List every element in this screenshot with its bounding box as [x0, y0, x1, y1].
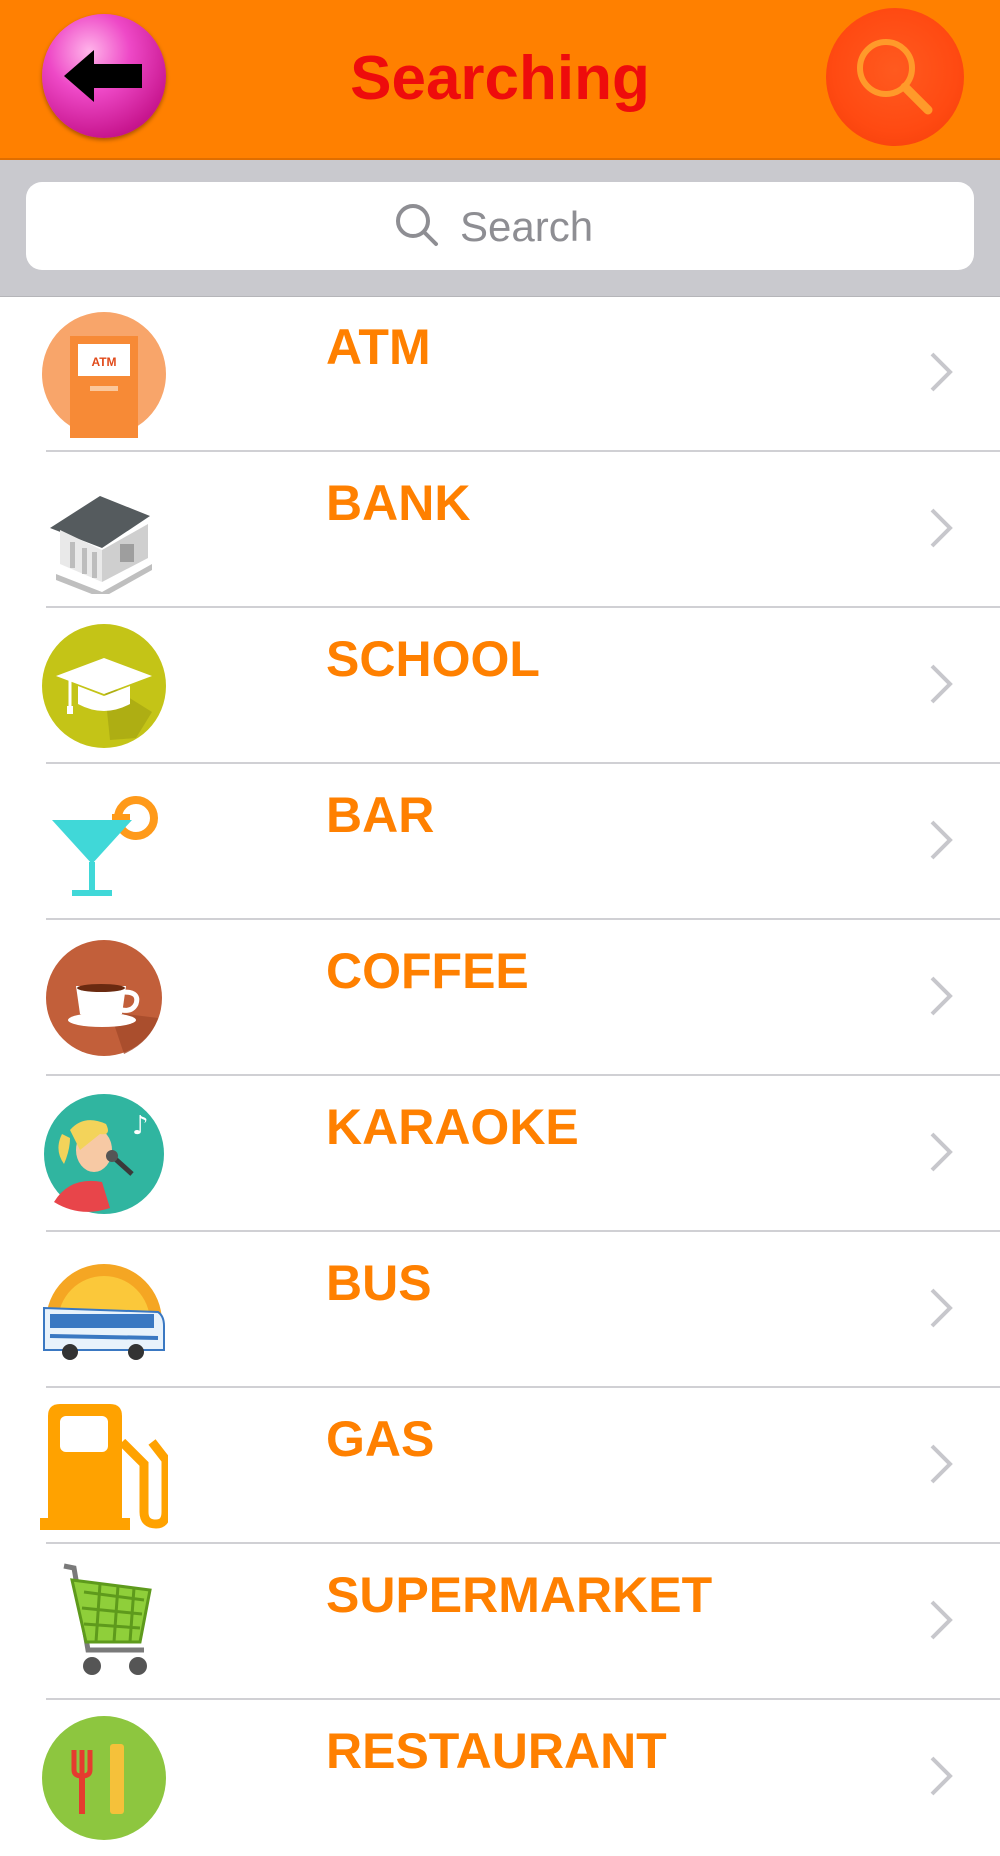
- coffee-cup-icon: [46, 940, 162, 1056]
- list-item-label: COFFEE: [326, 943, 529, 999]
- list-item-supermarket[interactable]: SUPERMARKET: [0, 1544, 1000, 1700]
- search-bar: [0, 160, 1000, 297]
- page-title: Searching: [350, 44, 650, 113]
- list-item-gas[interactable]: GAS: [0, 1388, 1000, 1544]
- bus-icon: [43, 1264, 165, 1360]
- list-item-coffee[interactable]: COFFEE: [0, 920, 1000, 1076]
- chevron-right-icon: [930, 1756, 953, 1796]
- chevron-right-icon: [930, 1444, 953, 1484]
- search-input[interactable]: [458, 198, 862, 256]
- list-item-label: KARAOKE: [326, 1099, 579, 1155]
- list-item-label: BAR: [326, 787, 435, 843]
- bank-icon: [50, 496, 152, 594]
- chevron-right-icon: [930, 820, 953, 860]
- karaoke-singer-icon: ♪: [44, 1094, 164, 1214]
- chevron-right-icon: [930, 508, 953, 548]
- chevron-right-icon: [930, 352, 953, 392]
- atm-icon-text: ATM: [91, 355, 116, 369]
- back-arrow-icon: [64, 50, 142, 102]
- list-item-bar[interactable]: BAR: [0, 764, 1000, 920]
- cocktail-icon: [52, 796, 158, 896]
- list-item-karaoke[interactable]: ♪ KARAOKE: [0, 1076, 1000, 1232]
- search-button[interactable]: [826, 8, 964, 146]
- chevron-right-icon: [930, 664, 953, 704]
- list-item-bus[interactable]: BUS: [0, 1232, 1000, 1388]
- list-item-school[interactable]: SCHOOL: [0, 608, 1000, 764]
- shopping-cart-icon: [63, 1563, 152, 1675]
- list-item-label: BUS: [326, 1255, 432, 1311]
- search-icon: [857, 39, 933, 115]
- list-item-label: RESTAURANT: [326, 1723, 667, 1779]
- restaurant-icon: [42, 1716, 166, 1840]
- list-item-label: SCHOOL: [326, 631, 540, 687]
- list-item-bank[interactable]: BANK: [0, 452, 1000, 608]
- atm-icon: ATM: [42, 312, 166, 438]
- list-item-restaurant[interactable]: RESTAURANT: [0, 1700, 1000, 1856]
- magnifier-icon: [396, 204, 438, 246]
- search-field-container[interactable]: [26, 182, 974, 270]
- gas-pump-icon: [40, 1404, 168, 1530]
- chevron-right-icon: [930, 1132, 953, 1172]
- svg-text:♪: ♪: [132, 1111, 149, 1141]
- back-button[interactable]: [42, 14, 166, 138]
- chevron-right-icon: [930, 976, 953, 1016]
- navigation-bar: Searching: [0, 0, 1000, 160]
- graduation-cap-icon: [42, 624, 166, 748]
- chevron-right-icon: [930, 1288, 953, 1328]
- list-item-label: ATM: [326, 319, 431, 375]
- list-item-label: SUPERMARKET: [326, 1567, 713, 1623]
- chevron-right-icon: [930, 1600, 953, 1640]
- list-item-atm[interactable]: ATM ATM: [0, 296, 1000, 452]
- list-item-label: BANK: [326, 475, 471, 531]
- category-list: ATM ATM BANK SCHOOL BAR COFFEE ♪ KARAOKE…: [0, 296, 1000, 1856]
- list-item-label: GAS: [326, 1411, 435, 1467]
